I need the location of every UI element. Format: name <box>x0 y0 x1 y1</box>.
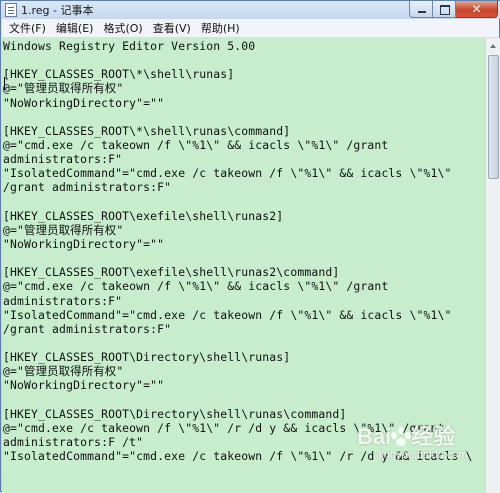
text-line: @="管理员取得所有权" <box>3 81 124 96</box>
text-line <box>3 393 485 407</box>
text-line <box>3 336 485 350</box>
text-line: "IsolatedCommand"="cmd.exe /c takeown /f… <box>3 449 473 464</box>
menu-edit[interactable]: 编辑(E) <box>51 19 99 38</box>
text-line: /grant administrators:F" <box>3 180 172 195</box>
caption-buttons: ✕ <box>409 1 498 18</box>
text-line: "NoWorkingDirectory"="" <box>3 236 165 251</box>
text-line: Windows Registry Editor Version 5.00 <box>3 39 256 53</box>
text-line: @="管理员取得所有权" <box>3 222 124 237</box>
editor-content[interactable]: Windows Registry Editor Version 5.00 [HKE… <box>2 38 485 463</box>
menu-view[interactable]: 查看(V) <box>148 19 196 38</box>
text-line: "IsolatedCommand"="cmd.exe /c takeown /f… <box>3 307 452 322</box>
text-line: @="管理员取得所有权" <box>3 364 124 379</box>
text-line: "IsolatedCommand"="cmd.exe /c takeown /f… <box>3 166 452 181</box>
menu-bar: 文件(F) 编辑(E) 格式(O) 查看(V) 帮助(H) <box>2 19 499 38</box>
text-line: [HKEY_CLASSES_ROOT\exefile\shell\runas2\… <box>3 265 340 280</box>
notepad-app-icon[interactable] <box>5 3 17 17</box>
text-line: @="cmd.exe /c takeown /f \"%1\" && icacl… <box>3 279 389 294</box>
text-line: administrators:F" <box>3 152 123 167</box>
text-line <box>3 251 485 265</box>
menu-format[interactable]: 格式(O) <box>98 19 147 38</box>
close-icon: ✕ <box>471 2 482 16</box>
text-line: [HKEY_CLASSES_ROOT\*\shell\runas] <box>3 67 235 82</box>
notepad-window: 1.reg - 记事本 ✕ 文件(F) 编辑(E) 格式(O) 查看(V) 帮助… <box>0 0 500 493</box>
text-editor[interactable]: Windows Registry Editor Version 5.00 [HKE… <box>2 38 485 493</box>
text-line: [HKEY_CLASSES_ROOT\exefile\shell\runas2] <box>3 208 284 223</box>
text-line: administrators:F" <box>3 293 123 308</box>
close-button[interactable]: ✕ <box>456 1 498 18</box>
text-caret <box>4 77 5 90</box>
text-line: @="cmd.exe /c takeown /f \"%1\" && icacl… <box>3 137 389 152</box>
text-line: "NoWorkingDirectory"="" <box>3 378 165 393</box>
text-line: @="cmd.exe /c takeown /f \"%1\" /r /d y … <box>3 420 445 435</box>
text-line <box>3 110 485 124</box>
text-line: [HKEY_CLASSES_ROOT\Directory\shell\runas… <box>3 406 347 421</box>
text-line: administrators:F /t" <box>3 434 144 449</box>
menu-help[interactable]: 帮助(H) <box>196 19 245 38</box>
minimize-button[interactable] <box>409 1 433 18</box>
title-bar[interactable]: 1.reg - 记事本 ✕ <box>1 1 500 19</box>
scrollbar-thumb[interactable] <box>488 55 499 179</box>
text-line <box>3 195 485 209</box>
text-line: "NoWorkingDirectory"="" <box>3 95 165 110</box>
window-title: 1.reg - 记事本 <box>21 4 94 17</box>
text-line: /grant administrators:F" <box>3 321 172 336</box>
maximize-button[interactable] <box>433 1 456 18</box>
text-line <box>3 53 485 67</box>
menu-file[interactable]: 文件(F) <box>4 19 51 38</box>
scroll-up-arrow-icon[interactable] <box>486 39 500 54</box>
text-line: [HKEY_CLASSES_ROOT\*\shell\runas\command… <box>3 123 291 138</box>
vertical-scrollbar[interactable] <box>485 38 500 493</box>
text-line: [HKEY_CLASSES_ROOT\Directory\shell\runas… <box>3 350 291 365</box>
